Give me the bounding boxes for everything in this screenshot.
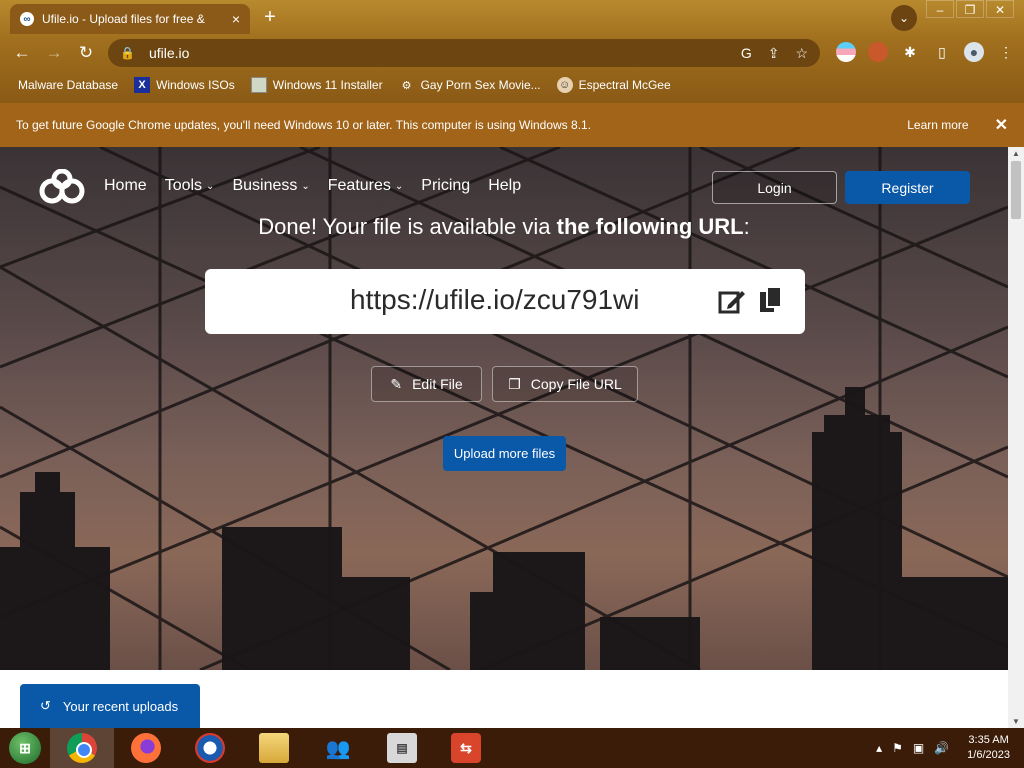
history-icon: ↺ [40,698,51,713]
browser-chrome: ∞ Ufile.io - Upload files for free & × +… [0,0,1024,103]
minimize-button[interactable]: – [926,0,954,18]
clock-time: 3:35 AM [968,734,1009,747]
bookmarks-bar: Malware Database X Windows ISOs Windows … [0,73,1024,97]
login-button[interactable]: Login [712,171,837,204]
chevron-down-icon: ⌄ [301,180,310,192]
bookmark-star-icon[interactable]: ☆ [795,45,808,62]
nav-tools[interactable]: Tools ⌄ [165,177,215,195]
action-center-flag-icon[interactable]: ⚑ [892,741,903,755]
reload-icon[interactable]: ↻ [70,43,102,63]
extension-avatar-icon[interactable] [868,42,888,62]
edit-file-button[interactable]: ✎ Edit File [371,366,482,402]
learn-more-link[interactable]: Learn more [907,118,968,132]
people-icon: 👥 [325,737,351,760]
hero-section: Home Tools ⌄ Business ⌄ Features ⌄ Prici… [0,147,1008,670]
face-icon: ☺ [556,77,573,93]
infobar-close-icon[interactable]: ✕ [995,115,1008,135]
edit-icon: ✎ [390,375,403,392]
show-hidden-icons-icon[interactable]: ▴ [876,741,882,755]
main-menu: Home Tools ⌄ Business ⌄ Features ⌄ Prici… [104,177,521,195]
google-lens-icon[interactable]: G [741,45,752,62]
ufile-logo-icon[interactable] [38,169,86,205]
obama-logo-icon [195,733,225,763]
chevron-down-icon: ⌄ [206,180,215,192]
extensions-puzzle-icon[interactable]: ✱ [900,42,920,62]
tab-title: Ufile.io - Upload files for free & [42,12,205,26]
tab-close-icon[interactable]: × [232,11,240,27]
system-clock[interactable]: 3:35 AM 1/6/2023 [967,733,1010,763]
bookmark-windows-11-installer[interactable]: Windows 11 Installer [250,77,383,93]
image-icon [250,77,267,93]
scroll-down-icon[interactable]: ▼ [1012,717,1020,726]
toolbar: ← → ↻ 🔒 ufile.io G ⇪ ☆ ✱ ▯ ● ⋮ [0,36,1024,70]
extensions-area: ✱ ▯ ● ⋮ [836,42,1016,62]
nav-features[interactable]: Features ⌄ [328,177,404,195]
browser-tab[interactable]: ∞ Ufile.io - Upload files for free & × [10,4,250,34]
window-controls: – ❐ ✕ [924,0,1014,18]
nav-home[interactable]: Home [104,177,147,195]
edit-icon[interactable] [717,286,747,316]
tab-search-icon[interactable]: ⌄ [891,5,917,31]
chevron-down-icon: ⌄ [394,180,404,192]
file-url-box: https://ufile.io/zcu791wi [205,269,805,334]
copy-icon[interactable] [758,285,784,315]
copy-icon: ❐ [508,375,521,392]
nav-business[interactable]: Business ⌄ [232,177,309,195]
upload-more-files-button[interactable]: Upload more files [443,436,566,471]
system-tray: ▴ ⚑ ▣ 🔊 3:35 AM 1/6/2023 [876,733,1024,763]
nav-help[interactable]: Help [488,177,521,195]
bookmark-movie-site[interactable]: ⚙ Gay Porn Sex Movie... [399,77,541,93]
chrome-icon [67,733,97,763]
printer-icon: ▤ [387,733,417,763]
address-url: ufile.io [148,45,190,61]
windows-taskbar: ⊞ 👥 ▤ ⇆ ▴ ⚑ ▣ 🔊 3:35 AM 1/6/2023 [0,728,1024,768]
start-orb-icon: ⊞ [9,732,41,764]
firefox-icon [131,733,161,763]
copy-file-url-button[interactable]: ❐ Copy File URL [492,366,638,402]
forward-arrow-icon[interactable]: → [38,43,70,63]
taskbar-chrome[interactable] [50,728,114,768]
network-icon[interactable]: ▣ [913,741,924,755]
volume-icon[interactable]: 🔊 [934,741,949,755]
chrome-menu-icon[interactable]: ⋮ [996,42,1016,62]
taskbar-remote-app[interactable]: ⇆ [434,728,498,768]
windows-isos-icon: X [134,77,151,93]
register-button[interactable]: Register [845,171,970,204]
close-window-button[interactable]: ✕ [986,0,1014,18]
taskbar-firefox[interactable] [114,728,178,768]
clock-date: 1/6/2023 [967,749,1010,761]
folder-icon [259,733,289,763]
new-tab-button[interactable]: + [258,6,282,29]
remote-desktop-icon: ⇆ [451,733,481,763]
taskbar-obama-app[interactable] [178,728,242,768]
site-favicon-icon: ⚙ [401,79,412,92]
bookmark-malware-database[interactable]: Malware Database [18,78,118,92]
taskbar-printer-app[interactable]: ▤ [370,728,434,768]
ufile-favicon-icon: ∞ [20,12,34,26]
infobar-message: To get future Google Chrome updates, you… [16,118,592,132]
bookmark-espectral-mcgee[interactable]: ☺ Espectral McGee [556,77,671,93]
address-bar[interactable]: 🔒 ufile.io G ⇪ ☆ [108,39,820,67]
restore-button[interactable]: ❐ [956,0,984,18]
taskbar-file-explorer[interactable] [242,728,306,768]
bookmark-windows-isos[interactable]: X Windows ISOs [134,77,235,93]
scroll-up-icon[interactable]: ▲ [1012,149,1020,158]
page-scrollbar[interactable]: ▲ ▼ [1008,147,1024,728]
start-button[interactable]: ⊞ [0,728,50,768]
profile-avatar-icon[interactable]: ● [964,42,984,62]
upload-complete-heading: Done! Your file is available via the fol… [258,214,750,239]
file-url-text[interactable]: https://ufile.io/zcu791wi [350,284,640,316]
recent-uploads-tab[interactable]: ↺ Your recent uploads [20,684,200,728]
omnibox-actions: G ⇪ ☆ [741,45,808,62]
update-infobar: To get future Google Chrome updates, you… [0,103,1024,147]
nav-pricing[interactable]: Pricing [421,177,470,195]
taskbar-people-app[interactable]: 👥 [306,728,370,768]
scroll-thumb[interactable] [1011,161,1021,219]
back-arrow-icon[interactable]: ← [6,43,38,63]
side-panel-icon[interactable]: ▯ [932,42,952,62]
lock-icon[interactable]: 🔒 [120,46,135,60]
share-icon[interactable]: ⇪ [768,45,780,62]
extension-flag-icon[interactable] [836,42,856,62]
